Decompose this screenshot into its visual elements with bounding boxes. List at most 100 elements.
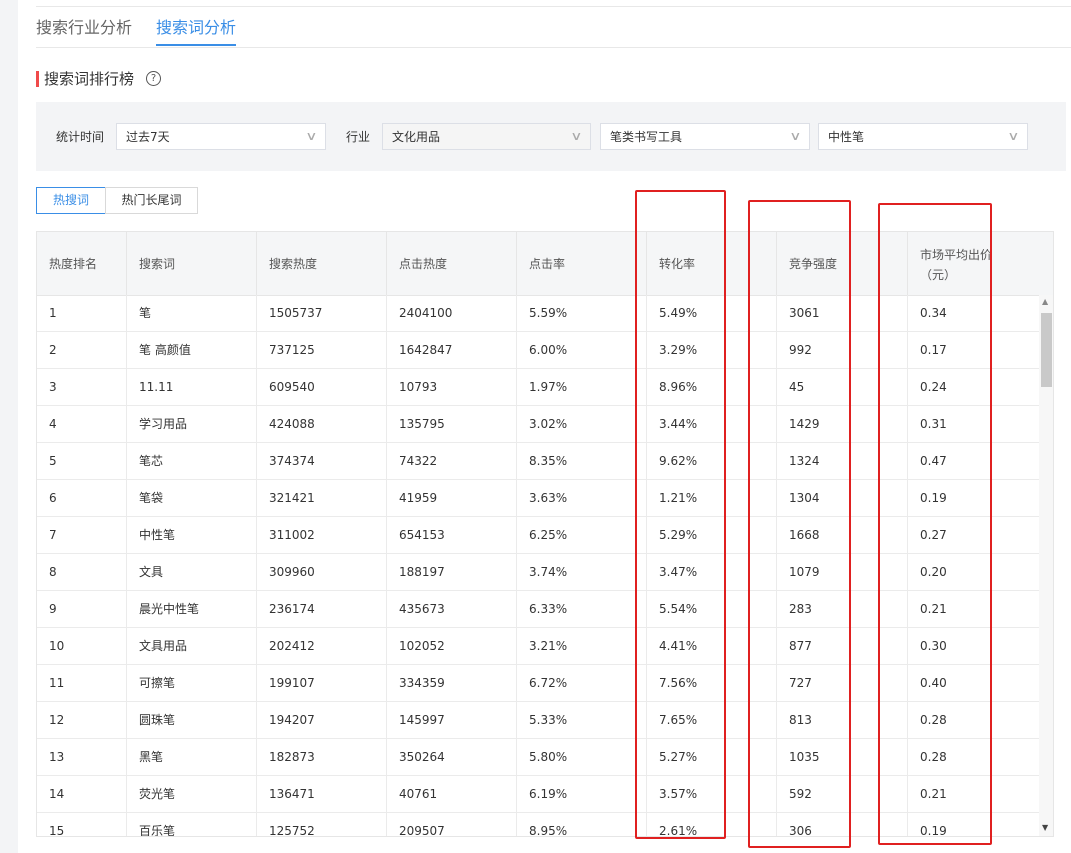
cell-keyword[interactable]: 文具用品: [126, 628, 256, 665]
cell-keyword[interactable]: 学习用品: [126, 406, 256, 443]
chevron-down-icon: ∨: [305, 129, 318, 143]
table-row[interactable]: 2 笔 高颜值 737125 1642847 6.00% 3.29% 992 0.17: [37, 332, 1039, 369]
cell-keyword[interactable]: 11.11: [126, 369, 256, 406]
table-scrollbar[interactable]: ▲ ▼: [1039, 295, 1053, 836]
time-range-select[interactable]: 过去7天 ∨: [116, 123, 326, 150]
cell-competition: 306: [776, 813, 907, 836]
tab-long-tail-keywords[interactable]: 热门长尾词: [105, 187, 198, 214]
table-row[interactable]: 15 百乐笔 125752 209507 8.95% 2.61% 306 0.19: [37, 813, 1039, 836]
industry-select[interactable]: 文化用品 ∨: [382, 123, 591, 150]
cell-avg-bid: 0.17: [907, 332, 1039, 369]
cell-keyword[interactable]: 笔 高颜值: [126, 332, 256, 369]
header-competition[interactable]: 竞争强度: [776, 232, 907, 295]
table-row[interactable]: 4 学习用品 424088 135795 3.02% 3.44% 1429 0.31: [37, 406, 1039, 443]
triangle-down-icon[interactable]: ▼: [1042, 824, 1048, 832]
table-row[interactable]: 3 11.11 609540 10793 1.97% 8.96% 45 0.24: [37, 369, 1039, 406]
cell-click-heat: 188197: [386, 554, 516, 591]
cell-rank: 13: [49, 750, 65, 764]
header-click-rate[interactable]: 点击率: [516, 232, 646, 295]
table-row[interactable]: 9 晨光中性笔 236174 435673 6.33% 5.54% 283 0.21: [37, 591, 1039, 628]
cell-click-heat: 2404100: [386, 295, 516, 332]
cell-keyword[interactable]: 笔芯: [126, 443, 256, 480]
cell-search-heat: 136471: [256, 776, 386, 813]
header-click-heat[interactable]: 点击热度: [386, 232, 516, 295]
cell-competition: 1079: [776, 554, 907, 591]
table-row[interactable]: 12 圆珠笔 194207 145997 5.33% 7.65% 813 0.28: [37, 702, 1039, 739]
cell-click-heat: 10793: [386, 369, 516, 406]
cell-competition: 1324: [776, 443, 907, 480]
header-rank[interactable]: 热度排名: [37, 232, 126, 295]
filter-bar: 统计时间 过去7天 ∨ 行业 文化用品 ∨ 笔类书写工具 ∨ 中性笔 ∨: [36, 102, 1066, 171]
table-row[interactable]: 5 笔芯 374374 74322 8.35% 9.62% 1324 0.47: [37, 443, 1039, 480]
cell-conversion-rate: 3.57%: [646, 776, 776, 813]
table-body: 1 笔 1505737 2404100 5.59% 5.49% 3061 0.34 2 笔 高颜值…: [37, 295, 1039, 836]
cell-competition: 592: [776, 776, 907, 813]
cell-keyword[interactable]: 晨光中性笔: [126, 591, 256, 628]
table-row[interactable]: 10 文具用品 202412 102052 3.21% 4.41% 877 0.30: [37, 628, 1039, 665]
cell-rank: 12: [49, 713, 65, 727]
scrollbar-thumb[interactable]: [1041, 313, 1052, 387]
table-row[interactable]: 8 文具 309960 188197 3.74% 3.47% 1079 0.20: [37, 554, 1039, 591]
cell-competition: 813: [776, 702, 907, 739]
cell-competition: 1304: [776, 480, 907, 517]
category-value: 笔类书写工具: [610, 130, 683, 144]
triangle-up-icon[interactable]: ▲: [1042, 298, 1048, 306]
question-circle-icon[interactable]: ?: [146, 71, 161, 86]
cell-keyword[interactable]: 中性笔: [126, 517, 256, 554]
cell-conversion-rate: 9.62%: [646, 443, 776, 480]
cell-search-heat: 311002: [256, 517, 386, 554]
header-keyword[interactable]: 搜索词: [126, 232, 256, 295]
header-label: 竞争强度: [789, 257, 838, 271]
subcategory-select[interactable]: 中性笔 ∨: [818, 123, 1028, 150]
tab-industry-analysis[interactable]: 搜索行业分析: [36, 17, 132, 39]
cell-click-heat: 74322: [386, 443, 516, 480]
cell-search-heat: 737125: [256, 332, 386, 369]
cell-conversion-rate: 3.44%: [646, 406, 776, 443]
cell-rank: 9: [49, 602, 57, 616]
header-label: 市场平均出价（元）: [920, 248, 993, 282]
table-row[interactable]: 1 笔 1505737 2404100 5.59% 5.49% 3061 0.34: [37, 295, 1039, 332]
header-label: 点击热度: [399, 257, 448, 271]
category-select[interactable]: 笔类书写工具 ∨: [600, 123, 810, 150]
active-tab-indicator: [156, 44, 236, 46]
table-row[interactable]: 7 中性笔 311002 654153 6.25% 5.29% 1668 0.27: [37, 517, 1039, 554]
cell-click-rate: 8.95%: [516, 813, 646, 836]
cell-rank: 7: [49, 528, 57, 542]
table-row[interactable]: 14 荧光笔 136471 40761 6.19% 3.57% 592 0.21: [37, 776, 1039, 813]
cell-click-heat: 350264: [386, 739, 516, 776]
cell-click-heat: 1642847: [386, 332, 516, 369]
cell-keyword[interactable]: 圆珠笔: [126, 702, 256, 739]
cell-search-heat: 309960: [256, 554, 386, 591]
cell-rank: 2: [49, 343, 57, 357]
cell-competition: 1035: [776, 739, 907, 776]
chevron-down-icon: ∨: [789, 129, 802, 143]
tab-keyword-analysis[interactable]: 搜索词分析: [156, 17, 236, 39]
header-avg-bid[interactable]: 市场平均出价（元）: [907, 232, 1053, 295]
header-conversion-rate[interactable]: 转化率: [646, 232, 776, 295]
cell-competition: 1429: [776, 406, 907, 443]
cell-search-heat: 202412: [256, 628, 386, 665]
cell-rank: 5: [49, 454, 57, 468]
header-search-heat[interactable]: 搜索热度: [256, 232, 386, 295]
cell-keyword[interactable]: 黑笔: [126, 739, 256, 776]
cell-keyword[interactable]: 百乐笔: [126, 813, 256, 836]
cell-click-heat: 41959: [386, 480, 516, 517]
cell-conversion-rate: 8.96%: [646, 369, 776, 406]
cell-competition: 283: [776, 591, 907, 628]
cell-search-heat: 374374: [256, 443, 386, 480]
cell-competition: 877: [776, 628, 907, 665]
cell-keyword[interactable]: 荧光笔: [126, 776, 256, 813]
cell-competition: 1668: [776, 517, 907, 554]
cell-competition: 45: [776, 369, 907, 406]
cell-conversion-rate: 7.65%: [646, 702, 776, 739]
cell-keyword[interactable]: 文具: [126, 554, 256, 591]
cell-click-rate: 1.97%: [516, 369, 646, 406]
table-row[interactable]: 13 黑笔 182873 350264 5.80% 5.27% 1035 0.28: [37, 739, 1039, 776]
table-row[interactable]: 11 可擦笔 199107 334359 6.72% 7.56% 727 0.40: [37, 665, 1039, 702]
cell-keyword[interactable]: 笔袋: [126, 480, 256, 517]
cell-keyword[interactable]: 可擦笔: [126, 665, 256, 702]
cell-avg-bid: 0.47: [907, 443, 1039, 480]
cell-keyword[interactable]: 笔: [126, 295, 256, 332]
table-row[interactable]: 6 笔袋 321421 41959 3.63% 1.21% 1304 0.19: [37, 480, 1039, 517]
tab-hot-keywords[interactable]: 热搜词: [36, 187, 106, 214]
